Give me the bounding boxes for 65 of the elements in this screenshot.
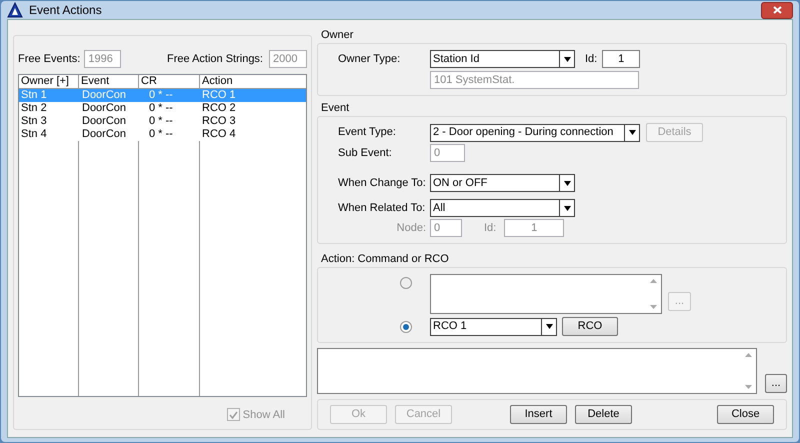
group-title: Owner <box>321 28 354 42</box>
owner-type-label: Owner Type: <box>338 52 402 67</box>
window-title: Event Actions <box>29 2 103 19</box>
table-cell-text: DoorCon <box>81 89 128 102</box>
scroll-up-icon[interactable] <box>744 353 752 357</box>
table-cell-text: 0 * -- <box>148 115 174 128</box>
close-button[interactable] <box>761 2 793 18</box>
group-title: Event <box>321 101 350 115</box>
table-cell-text: Stn 2 <box>20 102 48 115</box>
text-field[interactable]: 1 <box>602 50 640 68</box>
node-label: Node: <box>396 220 426 236</box>
free-events-label: Free Events: <box>18 52 80 67</box>
button[interactable]: Delete <box>575 405 632 424</box>
when-change-label: When Change To: <box>338 176 427 191</box>
table-cell-text: Stn 4 <box>20 128 48 141</box>
free-strings-label: Free Action Strings: <box>167 52 263 67</box>
dropdown[interactable]: 2 - Door opening - During connection <box>430 124 640 142</box>
table-cell-text: 0 * -- <box>148 102 174 115</box>
id-label: Id: <box>484 220 496 236</box>
table-cell-text: RCO 4 <box>201 128 237 141</box>
table-row[interactable]: Stn 3 DoorCon 0 * -- RCO 3 <box>19 115 306 128</box>
command-text-area[interactable] <box>430 274 662 314</box>
group-title: Action: Command or RCO <box>321 252 450 266</box>
button[interactable]: Close <box>717 405 774 424</box>
show-all-label: Show All <box>242 408 285 422</box>
table-cell-text: 0 * -- <box>148 89 174 102</box>
radio-button[interactable] <box>400 277 412 289</box>
close-icon <box>772 6 782 14</box>
table-cell-text: RCO 2 <box>201 102 237 115</box>
sub-event-label: Sub Event: <box>338 146 393 161</box>
dropdown[interactable]: RCO 1 <box>430 318 557 336</box>
dropdown-arrow-icon <box>559 175 574 191</box>
dropdown-arrow-icon <box>541 318 556 334</box>
table-cell-text: DoorCon <box>81 128 128 141</box>
radio-button[interactable] <box>400 320 412 332</box>
table-cell-text: Stn 1 <box>20 89 48 102</box>
when-related-label: When Related To: <box>338 200 426 216</box>
button[interactable]: Insert <box>510 405 567 424</box>
id-label: Id: <box>585 52 598 67</box>
scroll-down-icon[interactable] <box>650 305 656 309</box>
column-header[interactable]: Owner [+] <box>19 75 79 88</box>
dropdown[interactable]: Station Id <box>430 50 575 68</box>
table-cell-text: Stn 3 <box>20 115 48 128</box>
table-row[interactable]: Stn 2 DoorCon 0 * -- RCO 2 <box>19 102 306 115</box>
table-cell-text: 0 * -- <box>148 128 174 141</box>
table-cell-text: RCO 3 <box>201 115 237 128</box>
table-row[interactable]: Stn 4 DoorCon 0 * -- RCO 4 <box>19 128 306 141</box>
event-type-label: Event Type: <box>338 125 397 140</box>
scroll-down-icon[interactable] <box>744 385 752 389</box>
button[interactable]: RCO <box>562 317 618 336</box>
button[interactable]: ... <box>765 374 787 393</box>
table-cell-text: DoorCon <box>81 102 128 115</box>
scroll-up-icon[interactable] <box>650 279 656 283</box>
dropdown[interactable]: All <box>430 199 575 217</box>
dropdown-arrow-icon <box>559 51 574 67</box>
dropdown[interactable]: ON or OFF <box>430 174 575 192</box>
column-header[interactable]: Action <box>200 75 306 88</box>
action-text-area[interactable] <box>317 348 757 394</box>
table-cell-text: RCO 1 <box>201 89 237 102</box>
table-cell-text: DoorCon <box>81 115 128 128</box>
column-header[interactable]: Event <box>79 75 139 88</box>
dropdown-arrow-icon <box>624 124 639 140</box>
column-header[interactable]: CR <box>139 75 200 88</box>
dropdown-arrow-icon <box>559 200 574 216</box>
app-logo-icon <box>7 2 23 18</box>
